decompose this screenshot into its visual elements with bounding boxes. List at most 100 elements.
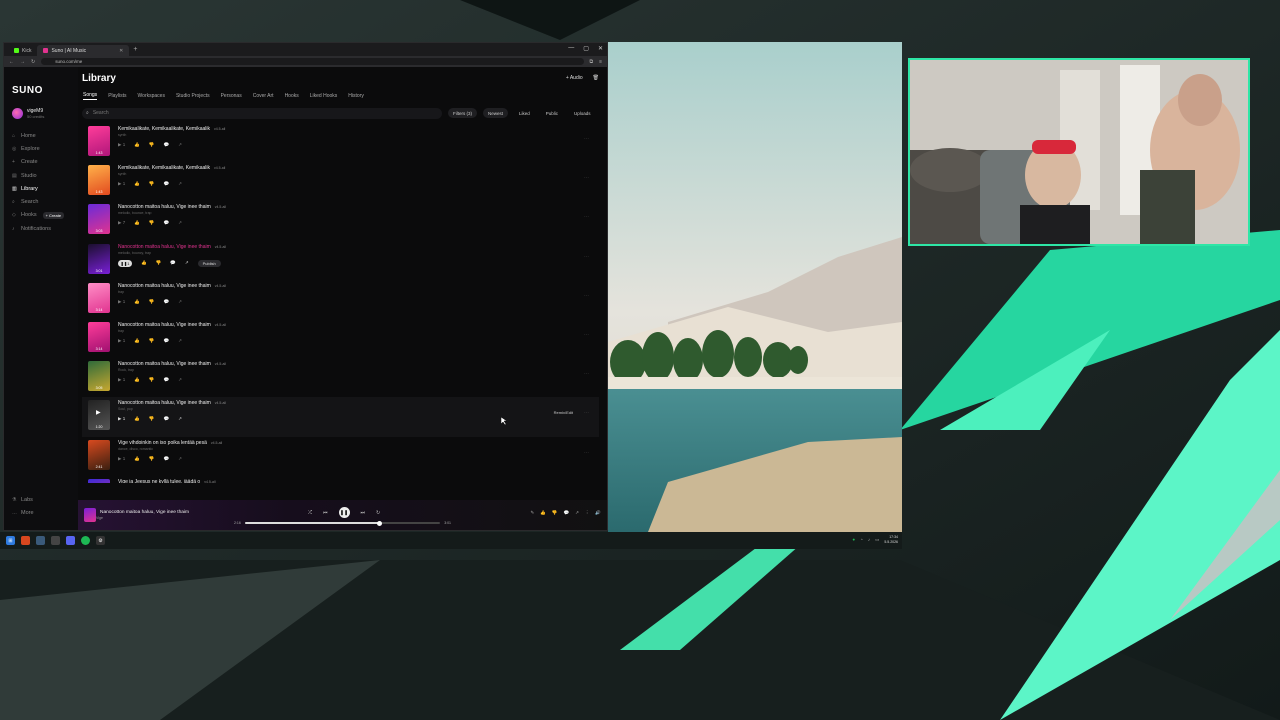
browser-menu-icon[interactable]: ≡ — [599, 59, 602, 65]
play-count[interactable]: ▶ 1 — [118, 142, 125, 148]
app-icon-browser[interactable] — [21, 536, 30, 545]
song-row[interactable]: 2:41 Vige vihdoinkin on iso poika lentää… — [82, 437, 599, 476]
publish-button[interactable]: Publish — [197, 259, 221, 267]
app-icon-settings[interactable]: ⚙ — [96, 536, 105, 545]
play-icon[interactable]: ▶ — [96, 409, 101, 416]
forward-icon[interactable]: → — [20, 59, 25, 65]
play-count[interactable]: ▶ 1 — [118, 377, 125, 383]
more-options-icon[interactable]: ⋯ — [584, 371, 589, 377]
comment-icon[interactable]: 💬 — [163, 416, 169, 422]
song-title[interactable]: Kemikaalikate, Kemikaalikate, Kemikaalik — [118, 165, 210, 171]
player-artist[interactable]: Vige — [96, 516, 189, 520]
like-icon[interactable]: 👍 — [141, 260, 147, 266]
repeat-icon[interactable]: ↻ — [376, 510, 380, 516]
play-count[interactable]: ▶ 1 — [118, 338, 125, 344]
like-icon[interactable]: 👍 — [540, 510, 546, 516]
dislike-icon[interactable]: 👎 — [149, 377, 155, 383]
more-options-icon[interactable]: ⋯ — [584, 175, 589, 181]
user-profile[interactable]: vigeM9 50 credits — [12, 108, 72, 119]
comment-icon[interactable]: 💬 — [163, 142, 169, 148]
tab-history[interactable]: History — [348, 93, 364, 99]
song-title[interactable]: Nanocotton maitoa haluu, Vige inee thaim — [118, 322, 211, 328]
tab-cover-art[interactable]: Cover Art — [253, 93, 274, 99]
pause-button[interactable]: ❚❚ — [338, 507, 350, 518]
sidebar-item-search[interactable]: ⌕ Search — [12, 195, 72, 208]
song-cover[interactable]: 3:03 — [88, 204, 110, 235]
app-icon-spotify[interactable] — [81, 536, 90, 545]
song-cover[interactable]: 2:41 — [88, 439, 110, 470]
tab-close-icon[interactable]: ✕ — [119, 48, 123, 54]
share-icon[interactable]: ↗ — [178, 456, 182, 462]
close-window-button[interactable]: ✕ — [598, 45, 603, 52]
more-options-icon[interactable]: ⋯ — [584, 332, 589, 338]
song-row[interactable]: 3:14 Nanocotton maitoa haluu, Vige inee … — [82, 280, 599, 319]
share-icon[interactable]: ↗ — [178, 377, 182, 383]
song-cover[interactable]: 1:43 — [88, 165, 110, 196]
play-count[interactable]: ▶ 1 — [118, 456, 125, 462]
play-count[interactable]: ▶ 1 — [118, 181, 125, 187]
song-title[interactable]: Vige ja Jeesus ne kyllä tulee, jäädä o — [118, 479, 200, 483]
filters-button[interactable]: Filters (3) — [448, 108, 477, 118]
edit-icon[interactable]: ✎ — [531, 510, 535, 516]
like-icon[interactable]: 👍 — [134, 456, 140, 462]
more-options-icon[interactable]: ⋮ — [585, 510, 590, 516]
sidebar-item-home[interactable]: ⌂ Home — [12, 129, 72, 142]
song-row[interactable]: ▶ 1:20 Nanocotton maitoa haluu, Vige ine… — [82, 397, 599, 437]
song-cover[interactable]: 3:05 — [88, 361, 110, 392]
hooks-create-badge[interactable]: + Create — [42, 211, 65, 219]
tab-songs[interactable]: Songs — [83, 92, 98, 100]
dislike-icon[interactable]: 👎 — [552, 510, 558, 516]
comment-icon[interactable]: 💬 — [170, 260, 176, 266]
sidebar-item-library[interactable]: ▥ Library — [12, 182, 72, 195]
sidebar-item-hooks[interactable]: ◇ Hooks + Create — [12, 209, 72, 222]
more-options-icon[interactable]: ⋯ — [584, 410, 589, 416]
volume-icon[interactable]: 🔊 — [595, 510, 601, 516]
previous-icon[interactable]: ⏮ — [323, 510, 328, 516]
battery-icon[interactable]: ▭ — [875, 537, 879, 543]
more-options-icon[interactable]: ⋯ — [584, 254, 589, 260]
share-icon[interactable]: ↗ — [575, 510, 579, 516]
song-title[interactable]: Vige vihdoinkin on iso poika lentää pesä — [118, 440, 207, 446]
taskbar-clock[interactable]: 17:34 5.5.2026 — [884, 535, 898, 544]
song-row[interactable]: 1:43 Kemikaalikate, Kemikaalikate, Kemik… — [82, 162, 599, 201]
comment-icon[interactable]: 💬 — [163, 220, 169, 226]
pause-button[interactable]: ❚❚ 1 — [118, 259, 132, 267]
dislike-icon[interactable]: 👎 — [149, 142, 155, 148]
share-icon[interactable]: ↗ — [178, 142, 182, 148]
maximize-button[interactable]: ▢ — [583, 45, 589, 52]
song-title[interactable]: Kemikaalikate, Kemikaalikate, Kemikaalik — [118, 126, 210, 132]
comment-icon[interactable]: 💬 — [163, 456, 169, 462]
play-count[interactable]: ▶ 1 — [118, 416, 125, 422]
more-options-icon[interactable]: ⋯ — [584, 136, 589, 142]
share-icon[interactable]: ↗ — [178, 299, 182, 305]
player-title[interactable]: Nanocotton maitoa haluu, Vige inee thaim — [100, 510, 189, 516]
comment-icon[interactable]: 💬 — [163, 181, 169, 187]
volume-tray-icon[interactable]: ♪ — [868, 537, 870, 542]
remix-edit-button[interactable]: Remix/Edit — [554, 410, 573, 415]
comment-icon[interactable]: 💬 — [163, 338, 169, 344]
app-icon-obs[interactable] — [51, 536, 60, 545]
tray-app-icon[interactable]: ● — [852, 537, 855, 542]
sidebar-item-more[interactable]: … More — [12, 507, 34, 520]
tab-playlists[interactable]: Playlists — [108, 93, 126, 99]
dislike-icon[interactable]: 👎 — [149, 416, 155, 422]
song-title[interactable]: Nanocotton maitoa haluu, Vige inee thaim — [118, 244, 211, 250]
shuffle-icon[interactable]: ⤮ — [308, 510, 312, 516]
app-icon-discord[interactable] — [66, 536, 75, 545]
song-cover[interactable]: ▶ 1:20 — [88, 400, 110, 431]
more-options-icon[interactable]: ⋯ — [584, 450, 589, 456]
like-icon[interactable]: 👍 — [134, 142, 140, 148]
browser-tab-kick[interactable]: Kick — [8, 45, 37, 56]
tab-hooks[interactable]: Hooks — [285, 93, 299, 99]
song-cover[interactable]: 3:01 — [88, 243, 110, 274]
song-title[interactable]: Nanocotton maitoa haluu, Vige inee thaim — [118, 204, 211, 210]
play-count[interactable]: ▶ 1 — [118, 299, 125, 305]
dislike-icon[interactable]: 👎 — [149, 299, 155, 305]
dislike-icon[interactable]: 👎 — [149, 220, 155, 226]
seek-bar[interactable] — [244, 520, 441, 526]
song-cover[interactable] — [88, 478, 110, 483]
song-row[interactable]: 1:43 Kemikaalikate, Kemikaalikate, Kemik… — [82, 123, 599, 162]
add-audio-button[interactable]: + Audio — [566, 75, 583, 81]
song-row[interactable]: 3:03 Nanocotton maitoa haluu, Vige inee … — [82, 201, 599, 240]
song-title[interactable]: Nanocotton maitoa haluu, Vige inee thaim — [118, 400, 211, 406]
